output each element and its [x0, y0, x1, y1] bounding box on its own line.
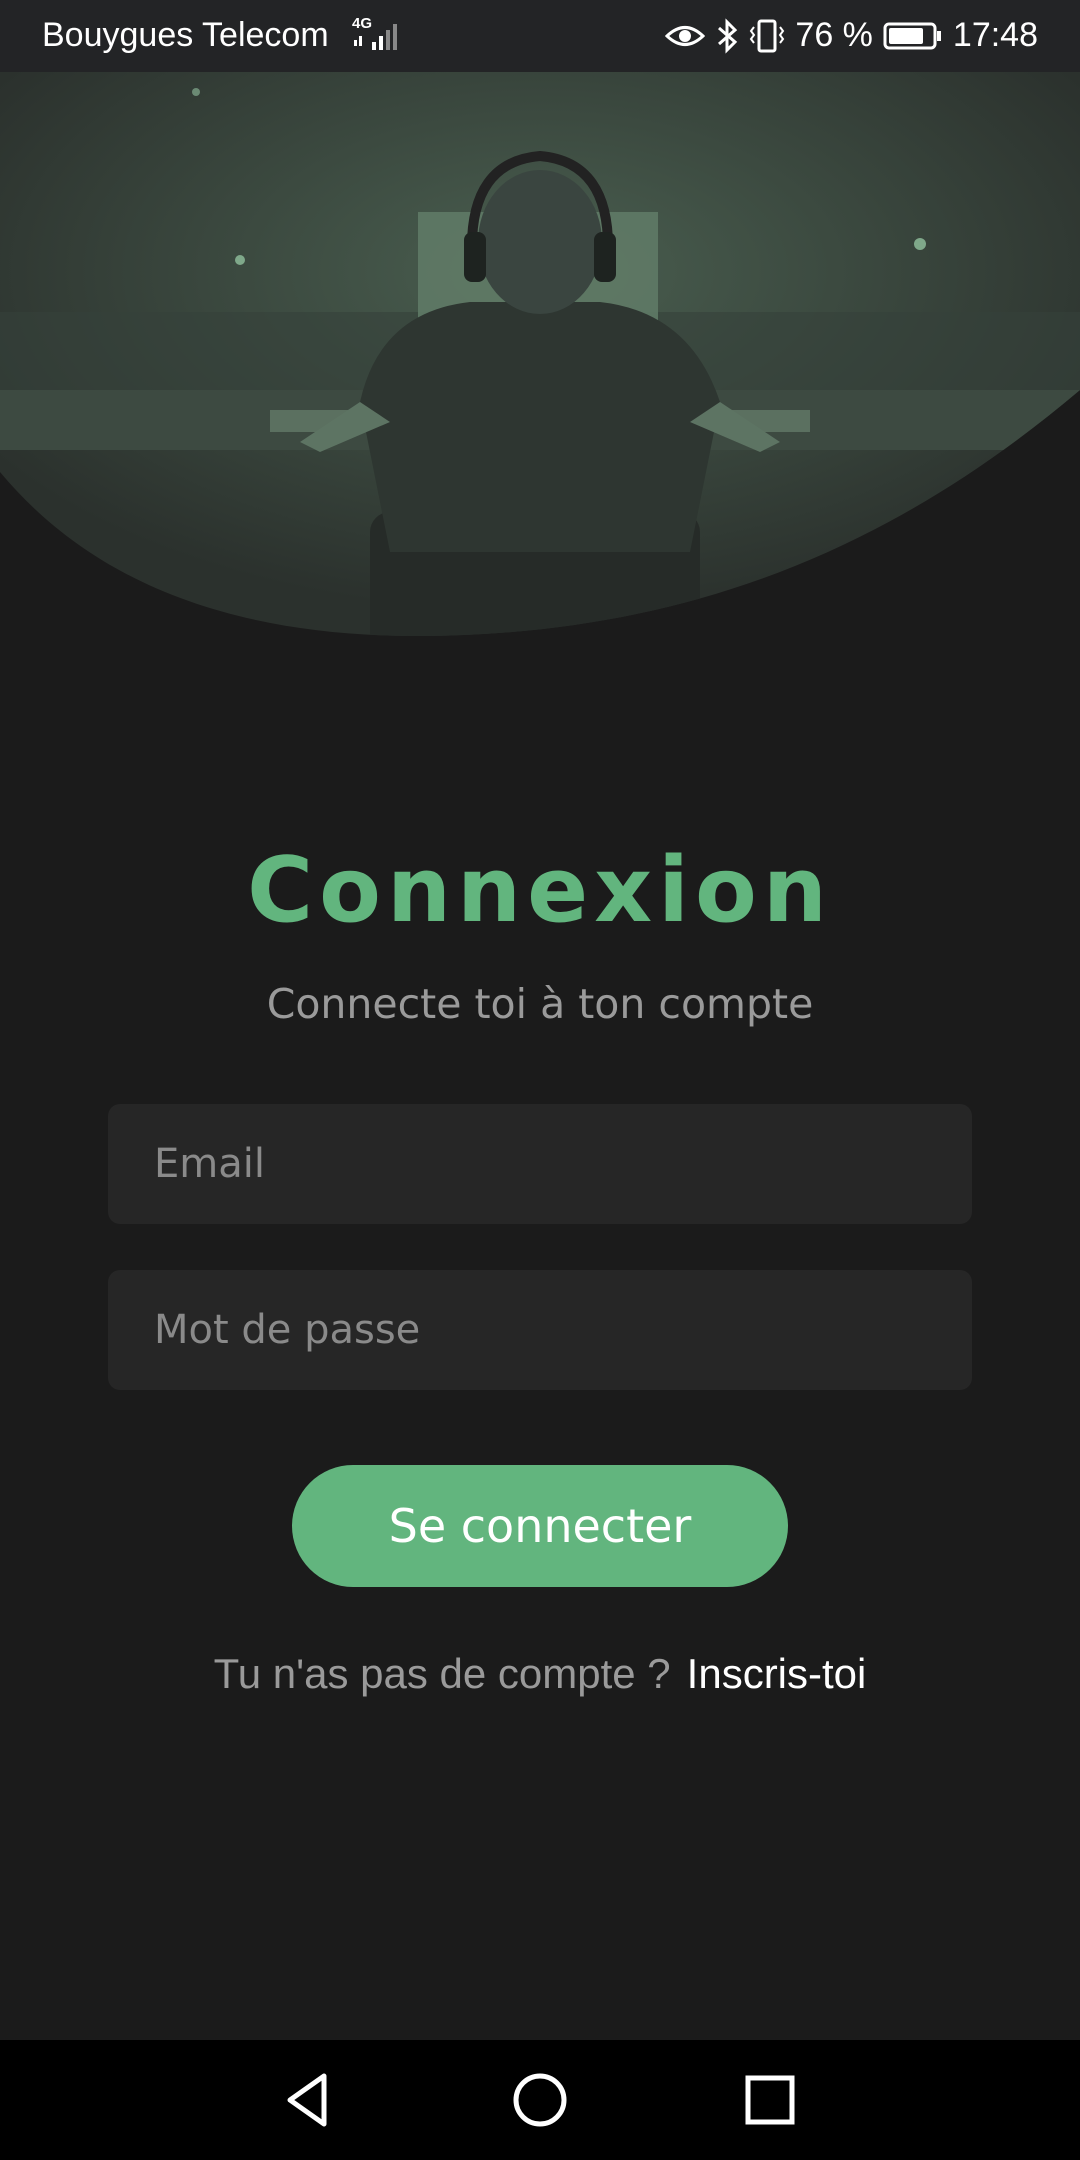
home-icon[interactable]: [508, 2068, 572, 2132]
hero-image: [0, 72, 1080, 637]
password-input[interactable]: [154, 1307, 972, 1353]
password-field[interactable]: [108, 1270, 972, 1390]
signup-row: Tu n'as pas de compte ? Inscris-toi: [0, 1650, 1080, 1698]
battery-percentage: 76 %: [795, 16, 873, 54]
navigation-bar: [0, 2040, 1080, 2160]
login-button[interactable]: Se connecter: [292, 1465, 788, 1587]
signup-link[interactable]: Inscris-toi: [687, 1650, 867, 1698]
battery-icon: [883, 21, 943, 51]
page-title: Connexion: [247, 838, 833, 943]
signup-prompt: Tu n'as pas de compte ?: [213, 1650, 671, 1697]
status-bar: Bouygues Telecom 4G 76 % 17:48: [0, 0, 1080, 72]
status-icons: 76 % 17:48: [665, 16, 1038, 55]
email-input[interactable]: [154, 1141, 972, 1187]
carrier-name: Bouygues Telecom: [42, 16, 329, 54]
bluetooth-icon: [715, 17, 739, 54]
network-type-label: 4G: [352, 15, 372, 32]
email-field[interactable]: [108, 1104, 972, 1224]
eye-icon: [665, 21, 706, 51]
login-screen: Bouygues Telecom 4G 76 % 17:48 Connexion…: [0, 0, 1080, 2160]
vibrate-icon: [749, 19, 785, 53]
recents-icon[interactable]: [738, 2068, 802, 2132]
signal-icon: 4G: [352, 14, 408, 54]
page-subtitle: Connecte toi à ton compte: [266, 980, 814, 1028]
back-icon[interactable]: [276, 2068, 340, 2132]
clock: 17:48: [952, 16, 1038, 54]
